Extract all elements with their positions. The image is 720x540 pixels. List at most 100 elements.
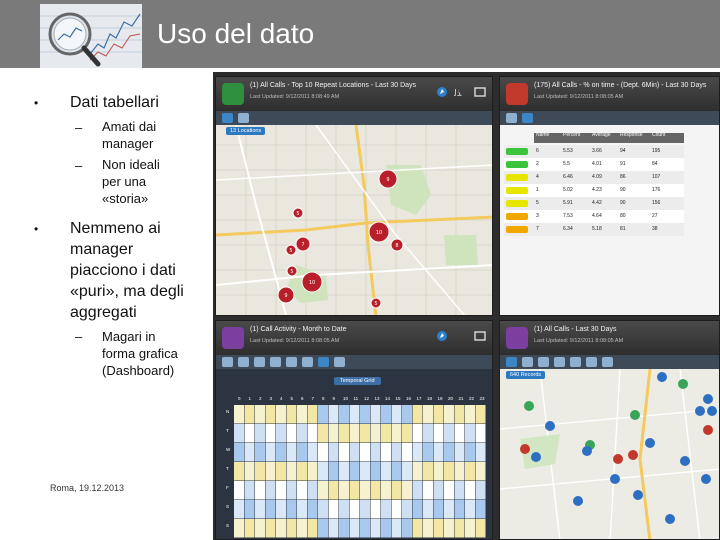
call-marker[interactable] xyxy=(633,490,643,500)
heat-cell[interactable] xyxy=(412,405,423,424)
heat-cell[interactable] xyxy=(286,443,297,462)
heat-cell[interactable] xyxy=(402,519,412,538)
heat-cell[interactable] xyxy=(412,519,423,538)
heat-cell[interactable] xyxy=(465,405,475,424)
table-row[interactable]: 6 5.53 3.66 94 195 xyxy=(504,145,684,158)
heat-cell[interactable] xyxy=(433,462,444,481)
heat-cell[interactable] xyxy=(370,519,381,538)
call-marker[interactable] xyxy=(610,474,620,484)
heat-cell[interactable] xyxy=(454,443,465,462)
heat-cell[interactable] xyxy=(234,500,244,519)
call-marker[interactable] xyxy=(678,379,688,389)
heat-cell[interactable] xyxy=(265,443,276,462)
heat-cell[interactable] xyxy=(339,481,349,500)
heat-cell[interactable] xyxy=(339,500,349,519)
heat-cell[interactable] xyxy=(307,462,318,481)
heat-cell[interactable] xyxy=(318,481,328,500)
heat-cell[interactable] xyxy=(444,443,454,462)
toolbar-grid-button[interactable] xyxy=(318,357,329,367)
call-marker[interactable] xyxy=(628,450,638,460)
call-marker[interactable] xyxy=(582,446,592,456)
heat-cell[interactable] xyxy=(265,424,276,443)
table-row[interactable]: 3 7.53 4.64 80 27 xyxy=(504,210,684,223)
heat-cell[interactable] xyxy=(318,424,328,443)
heat-cell[interactable] xyxy=(328,481,339,500)
heat-cell[interactable] xyxy=(423,424,433,443)
heat-cell[interactable] xyxy=(244,481,255,500)
column-header[interactable]: Count xyxy=(652,132,665,138)
heat-cell[interactable] xyxy=(475,500,486,519)
heat-cell[interactable] xyxy=(360,405,370,424)
heat-cell[interactable] xyxy=(286,481,297,500)
heat-cell[interactable] xyxy=(297,462,307,481)
map-area[interactable]: 640 Records xyxy=(500,368,719,539)
heat-cell[interactable] xyxy=(381,405,391,424)
heat-cell[interactable] xyxy=(265,481,276,500)
toolbar-chat-button[interactable] xyxy=(554,357,565,367)
heat-cell[interactable] xyxy=(307,481,318,500)
heat-cell[interactable] xyxy=(454,405,465,424)
heat-cell[interactable] xyxy=(370,481,381,500)
heat-cell[interactable] xyxy=(444,519,454,538)
heat-cell[interactable] xyxy=(475,462,486,481)
heat-cell[interactable] xyxy=(412,500,423,519)
heat-cell[interactable] xyxy=(433,519,444,538)
heat-cell[interactable] xyxy=(328,462,339,481)
call-marker[interactable] xyxy=(701,474,711,484)
heat-cell[interactable] xyxy=(349,424,360,443)
heat-cell[interactable] xyxy=(423,519,433,538)
heat-cell[interactable] xyxy=(391,519,402,538)
toolbar-history-button[interactable] xyxy=(334,357,345,367)
heat-cell[interactable] xyxy=(391,405,402,424)
heat-cell[interactable] xyxy=(381,462,391,481)
heat-cell[interactable] xyxy=(318,462,328,481)
heat-cell[interactable] xyxy=(328,424,339,443)
heat-cell[interactable] xyxy=(286,500,297,519)
table-row[interactable]: 5 5.91 4.42 90 156 xyxy=(504,197,684,210)
heat-cell[interactable] xyxy=(307,443,318,462)
heat-cell[interactable] xyxy=(297,481,307,500)
heat-cell[interactable] xyxy=(360,462,370,481)
heat-cell[interactable] xyxy=(370,443,381,462)
maximize-icon[interactable] xyxy=(474,86,486,98)
heat-cell[interactable] xyxy=(318,443,328,462)
heat-cell[interactable] xyxy=(475,443,486,462)
heat-cell[interactable] xyxy=(328,405,339,424)
column-header[interactable]: Percent xyxy=(563,132,580,138)
column-header[interactable]: Response xyxy=(620,132,643,138)
heat-cell[interactable] xyxy=(433,481,444,500)
heat-cell[interactable] xyxy=(381,443,391,462)
heat-cell[interactable] xyxy=(370,462,381,481)
call-marker[interactable] xyxy=(695,406,705,416)
heat-cell[interactable] xyxy=(360,481,370,500)
heat-cell[interactable] xyxy=(255,443,265,462)
heat-cell[interactable] xyxy=(454,519,465,538)
heat-cell[interactable] xyxy=(444,500,454,519)
heat-cell[interactable] xyxy=(444,405,454,424)
heat-cell[interactable] xyxy=(297,519,307,538)
call-marker[interactable] xyxy=(630,410,640,420)
heat-cell[interactable] xyxy=(276,424,286,443)
heat-cell[interactable] xyxy=(349,462,360,481)
table-row[interactable]: 2 5.5 4.01 91 84 xyxy=(504,158,684,171)
heat-cell[interactable] xyxy=(318,519,328,538)
heat-cell[interactable] xyxy=(412,481,423,500)
call-marker[interactable] xyxy=(531,452,541,462)
heat-cell[interactable] xyxy=(423,462,433,481)
heat-cell[interactable] xyxy=(307,500,318,519)
heat-cell[interactable] xyxy=(391,424,402,443)
heat-cell[interactable] xyxy=(265,500,276,519)
heat-cell[interactable] xyxy=(349,405,360,424)
heat-cell[interactable] xyxy=(276,481,286,500)
heat-cell[interactable] xyxy=(454,500,465,519)
heat-cell[interactable] xyxy=(349,481,360,500)
toolbar-clock-button[interactable] xyxy=(254,357,265,367)
heat-cell[interactable] xyxy=(349,500,360,519)
heat-cell[interactable] xyxy=(339,424,349,443)
heat-cell[interactable] xyxy=(276,443,286,462)
column-header[interactable]: Name xyxy=(536,132,549,138)
heat-cell[interactable] xyxy=(265,519,276,538)
call-marker[interactable] xyxy=(645,438,655,448)
heat-cell[interactable] xyxy=(255,481,265,500)
call-marker[interactable] xyxy=(573,496,583,506)
